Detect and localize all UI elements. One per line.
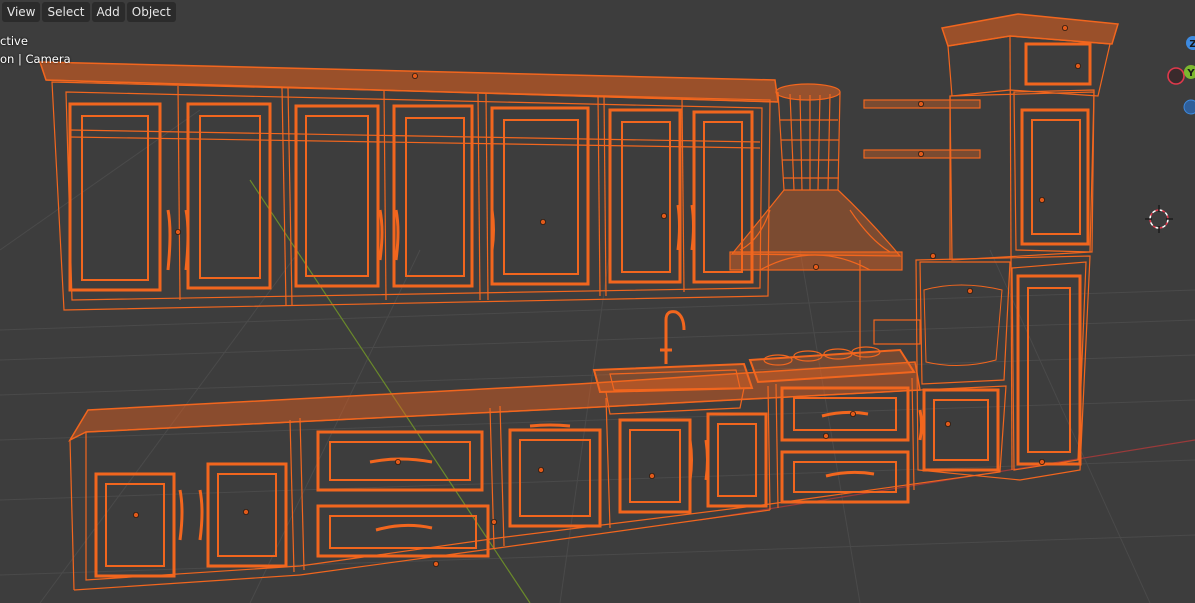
gizmo-neg-z-axis[interactable] — [1183, 99, 1195, 115]
navigation-gizmo-icon[interactable]: Y Z — [1155, 32, 1195, 122]
menu-view[interactable]: View — [2, 2, 41, 22]
menu-add[interactable]: Add — [91, 2, 125, 22]
lower-cabinets — [68, 361, 1007, 591]
gizmo-y-label: Y — [1186, 68, 1195, 79]
gizmo-z-label: Z — [1189, 39, 1195, 50]
gizmo-x-axis[interactable] — [1167, 67, 1185, 85]
scene-render — [0, 13, 1195, 603]
tall-cabinet — [873, 13, 1119, 481]
range-hood — [729, 83, 903, 271]
viewport-mode-text: ctive — [0, 34, 28, 48]
menu-object[interactable]: Object — [126, 2, 176, 22]
x-axis-line — [699, 439, 1195, 521]
3d-cursor-icon — [1145, 205, 1173, 233]
3d-viewport[interactable]: View Select Add Object ctive on | Camera… — [0, 0, 1195, 603]
viewport-header-menu: View Select Add Object — [0, 0, 178, 24]
menu-select[interactable]: Select — [42, 2, 90, 22]
viewport-camera-text: on | Camera — [0, 52, 71, 66]
